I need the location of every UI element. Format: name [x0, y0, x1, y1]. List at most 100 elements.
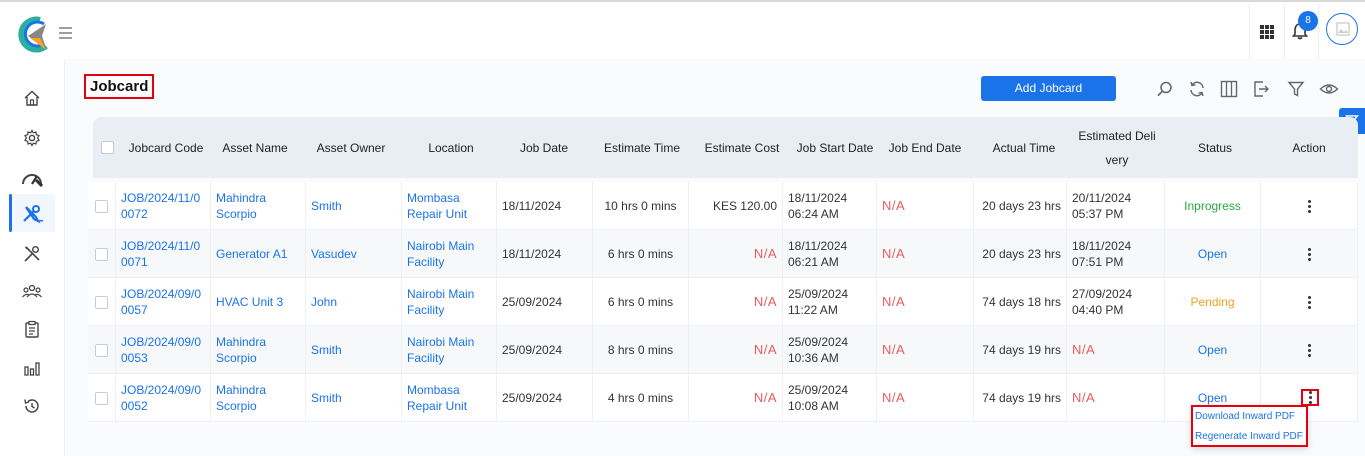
- sidebar-item-home[interactable]: [20, 86, 44, 110]
- cell-actual: 20 days 23 hrs: [974, 182, 1067, 230]
- cell-text[interactable]: Mombasa Repair Unit: [407, 190, 491, 222]
- cell-est-time: 8 hrs 0 mins: [593, 326, 689, 374]
- cell-code: JOB/2024/11/00072: [116, 182, 211, 230]
- cell-text[interactable]: Nairobi Main Facility: [407, 286, 491, 318]
- column-header[interactable]: Estimate Cost: [695, 117, 789, 178]
- cell-asset: Mahindra Scorpio: [211, 326, 306, 374]
- more-vertical-icon[interactable]: [1307, 343, 1311, 357]
- page-title: Jobcard: [84, 74, 155, 99]
- export-icon[interactable]: [1252, 80, 1270, 98]
- select-all-cell: [93, 117, 121, 178]
- cell-text: 25/09/2024: [502, 343, 563, 357]
- cell-text: N/A: [882, 246, 906, 261]
- column-header[interactable]: Asset Owner: [299, 117, 403, 178]
- more-vertical-icon[interactable]: [1307, 295, 1311, 309]
- columns-icon[interactable]: [1220, 80, 1238, 98]
- eye-icon[interactable]: [1319, 80, 1339, 98]
- select-all-checkbox[interactable]: [100, 141, 114, 154]
- cell-owner: Vasudev: [306, 230, 402, 278]
- cell-text[interactable]: Mahindra Scorpio: [216, 382, 300, 414]
- column-header[interactable]: Job End Date: [883, 117, 967, 178]
- cell-start: 25/09/2024 10:08 AM: [783, 374, 877, 422]
- cell-asset: HVAC Unit 3: [211, 278, 306, 326]
- sidebar-item-settings[interactable]: [20, 126, 44, 150]
- cell-text[interactable]: Smith: [311, 342, 342, 358]
- sidebar-item-jobcard[interactable]: [20, 202, 44, 226]
- more-vertical-icon[interactable]: [1307, 247, 1311, 261]
- cell-est-time: 10 hrs 0 mins: [593, 182, 689, 230]
- sidebar-item-reports[interactable]: [20, 317, 44, 341]
- cell-code: JOB/2024/11/00071: [116, 230, 211, 278]
- sidebar-item-history[interactable]: [20, 394, 44, 418]
- refresh-icon[interactable]: [1188, 80, 1206, 98]
- cell-text[interactable]: JOB/2024/09/00057: [121, 286, 205, 318]
- cell-text[interactable]: Mahindra Scorpio: [216, 334, 300, 366]
- cell-text[interactable]: Smith: [311, 198, 342, 214]
- cell-text[interactable]: Vasudev: [311, 246, 357, 262]
- cell-text[interactable]: Nairobi Main Facility: [407, 238, 491, 270]
- cell-text[interactable]: Mahindra Scorpio: [216, 190, 300, 222]
- add-jobcard-button[interactable]: Add Jobcard: [981, 76, 1116, 101]
- row-checkbox[interactable]: [95, 343, 108, 357]
- sidebar: [0, 59, 65, 456]
- sidebar-item-maintenance[interactable]: [20, 242, 44, 266]
- menu-toggle-icon[interactable]: [59, 27, 72, 39]
- cell-text: 74 days 19 hrs: [982, 343, 1061, 357]
- column-header[interactable]: Estimated Delivery: [1073, 117, 1161, 178]
- row-checkbox[interactable]: [95, 391, 108, 405]
- apps-grid-icon[interactable]: [1260, 25, 1274, 39]
- cell-start: 18/11/2024 06:21 AM: [783, 230, 877, 278]
- cell-asset: Generator A1: [211, 230, 306, 278]
- column-header[interactable]: Estimate Time: [589, 117, 695, 178]
- cell-location: Mombasa Repair Unit: [402, 374, 497, 422]
- cell-text[interactable]: JOB/2024/09/00053: [121, 334, 205, 366]
- sidebar-item-dashboard[interactable]: [20, 166, 44, 190]
- cell-text: N/A: [753, 390, 777, 405]
- cell-text[interactable]: Mombasa Repair Unit: [407, 382, 491, 414]
- cell-text: 10 hrs 0 mins: [604, 199, 677, 213]
- cell-text[interactable]: JOB/2024/09/00052: [121, 382, 205, 414]
- sidebar-item-users[interactable]: [20, 279, 44, 303]
- more-vertical-icon[interactable]: [1307, 199, 1311, 213]
- sidebar-item-analytics[interactable]: [20, 356, 44, 380]
- cell-job-date: 25/09/2024: [497, 374, 593, 422]
- column-header[interactable]: Job Date: [499, 117, 589, 178]
- action-menu-button-active[interactable]: [1301, 389, 1319, 406]
- column-header[interactable]: Jobcard Code: [121, 117, 211, 178]
- action-cell: [1261, 182, 1358, 230]
- column-header[interactable]: Actual Time: [975, 117, 1073, 178]
- cell-text: N/A: [882, 294, 906, 309]
- user-avatar[interactable]: [1326, 13, 1358, 45]
- download-inward-pdf-item[interactable]: Download Inward PDF: [1195, 411, 1295, 422]
- cell-text[interactable]: JOB/2024/11/00072: [121, 190, 205, 222]
- cell-text[interactable]: Generator A1: [216, 246, 287, 262]
- row-checkbox[interactable]: [95, 199, 108, 213]
- regenerate-inward-pdf-item[interactable]: Regenerate Inward PDF: [1195, 431, 1303, 442]
- column-header[interactable]: Status: [1165, 117, 1265, 178]
- column-header[interactable]: Asset Name: [211, 117, 299, 178]
- cell-text[interactable]: Smith: [311, 390, 342, 406]
- row-checkbox[interactable]: [95, 247, 108, 261]
- cell-status: Inprogress: [1165, 182, 1261, 230]
- cell-job-date: 25/09/2024: [497, 326, 593, 374]
- table-row: JOB/2024/09/00052 Mahindra Scorpio Smith Mo…: [88, 374, 1358, 422]
- gauge-icon: [22, 174, 43, 187]
- cell-text[interactable]: JOB/2024/11/00071: [121, 238, 205, 270]
- app-logo-icon[interactable]: [16, 16, 50, 54]
- cell-owner: John: [306, 278, 402, 326]
- row-select-cell: [88, 278, 116, 326]
- filter-icon[interactable]: [1287, 80, 1305, 98]
- column-header[interactable]: Job Start Date: [787, 117, 883, 178]
- cell-text[interactable]: HVAC Unit 3: [216, 294, 283, 310]
- cell-est-time: 4 hrs 0 mins: [593, 374, 689, 422]
- cell-text: 6 hrs 0 mins: [607, 247, 674, 261]
- row-checkbox[interactable]: [95, 295, 108, 309]
- cell-status: Open: [1165, 326, 1261, 374]
- cell-text: 18/11/2024 06:24 AM: [788, 191, 848, 221]
- column-header[interactable]: Location: [403, 117, 499, 178]
- search-icon[interactable]: [1156, 80, 1174, 98]
- cell-text[interactable]: John: [311, 294, 337, 310]
- cell-location: Mombasa Repair Unit: [402, 182, 497, 230]
- cell-text[interactable]: Nairobi Main Facility: [407, 334, 491, 366]
- cell-end: N/A: [877, 230, 974, 278]
